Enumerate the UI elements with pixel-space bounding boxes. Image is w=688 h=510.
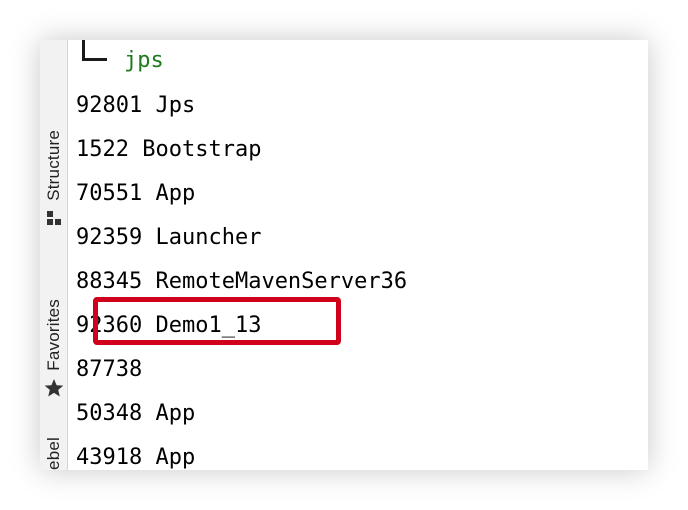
process-name: App [155,445,196,470]
process-row: 70551 App [76,172,407,216]
process-row: 88345 RemoteMavenServer36 [76,260,407,304]
favorites-tab[interactable]: Favorites [40,268,67,398]
process-row: 87738 [76,348,407,392]
process-name: App [155,181,196,206]
process-list: 92801 Jps 1522 Bootstrap 70551 App 92359… [76,84,407,470]
process-pid: 1522 [76,137,129,162]
process-row-highlighted: 92360 Demo1_13 [76,304,407,348]
process-name: Bootstrap [142,137,262,162]
process-pid: 43918 [76,445,143,470]
process-name: RemoteMavenServer36 [155,269,408,294]
star-icon [44,378,64,398]
process-name: App [155,401,196,426]
jps-command: jps [124,48,164,73]
process-row: 50348 App [76,392,407,436]
tree-branch-icon [82,40,107,61]
process-pid: 87738 [76,357,143,382]
favorites-tab-label: Favorites [43,299,63,371]
process-name: Launcher [155,225,262,250]
structure-icon [44,208,64,228]
structure-tab[interactable]: Structure [40,98,67,228]
terminal-output[interactable]: jps 92801 Jps 1522 Bootstrap 70551 App 9… [68,40,648,470]
process-pid: 50348 [76,401,143,426]
bottom-tab[interactable]: ebel [40,430,67,470]
process-pid: 92801 [76,93,143,118]
bottom-tab-label: ebel [43,437,63,470]
process-pid: 92360 [76,313,143,338]
process-row: 92359 Launcher [76,216,407,260]
process-name: Jps [155,93,196,118]
process-row: 92801 Jps [76,84,407,128]
process-row: 1522 Bootstrap [76,128,407,172]
structure-tab-label: Structure [43,130,63,201]
process-row: 43918 App [76,436,407,470]
process-pid: 70551 [76,181,143,206]
process-pid: 88345 [76,269,143,294]
tool-window-frame: Structure Favorites ebel jps 92801 Jps 1… [40,40,648,470]
process-pid: 92359 [76,225,143,250]
process-name: Demo1_13 [155,313,262,338]
